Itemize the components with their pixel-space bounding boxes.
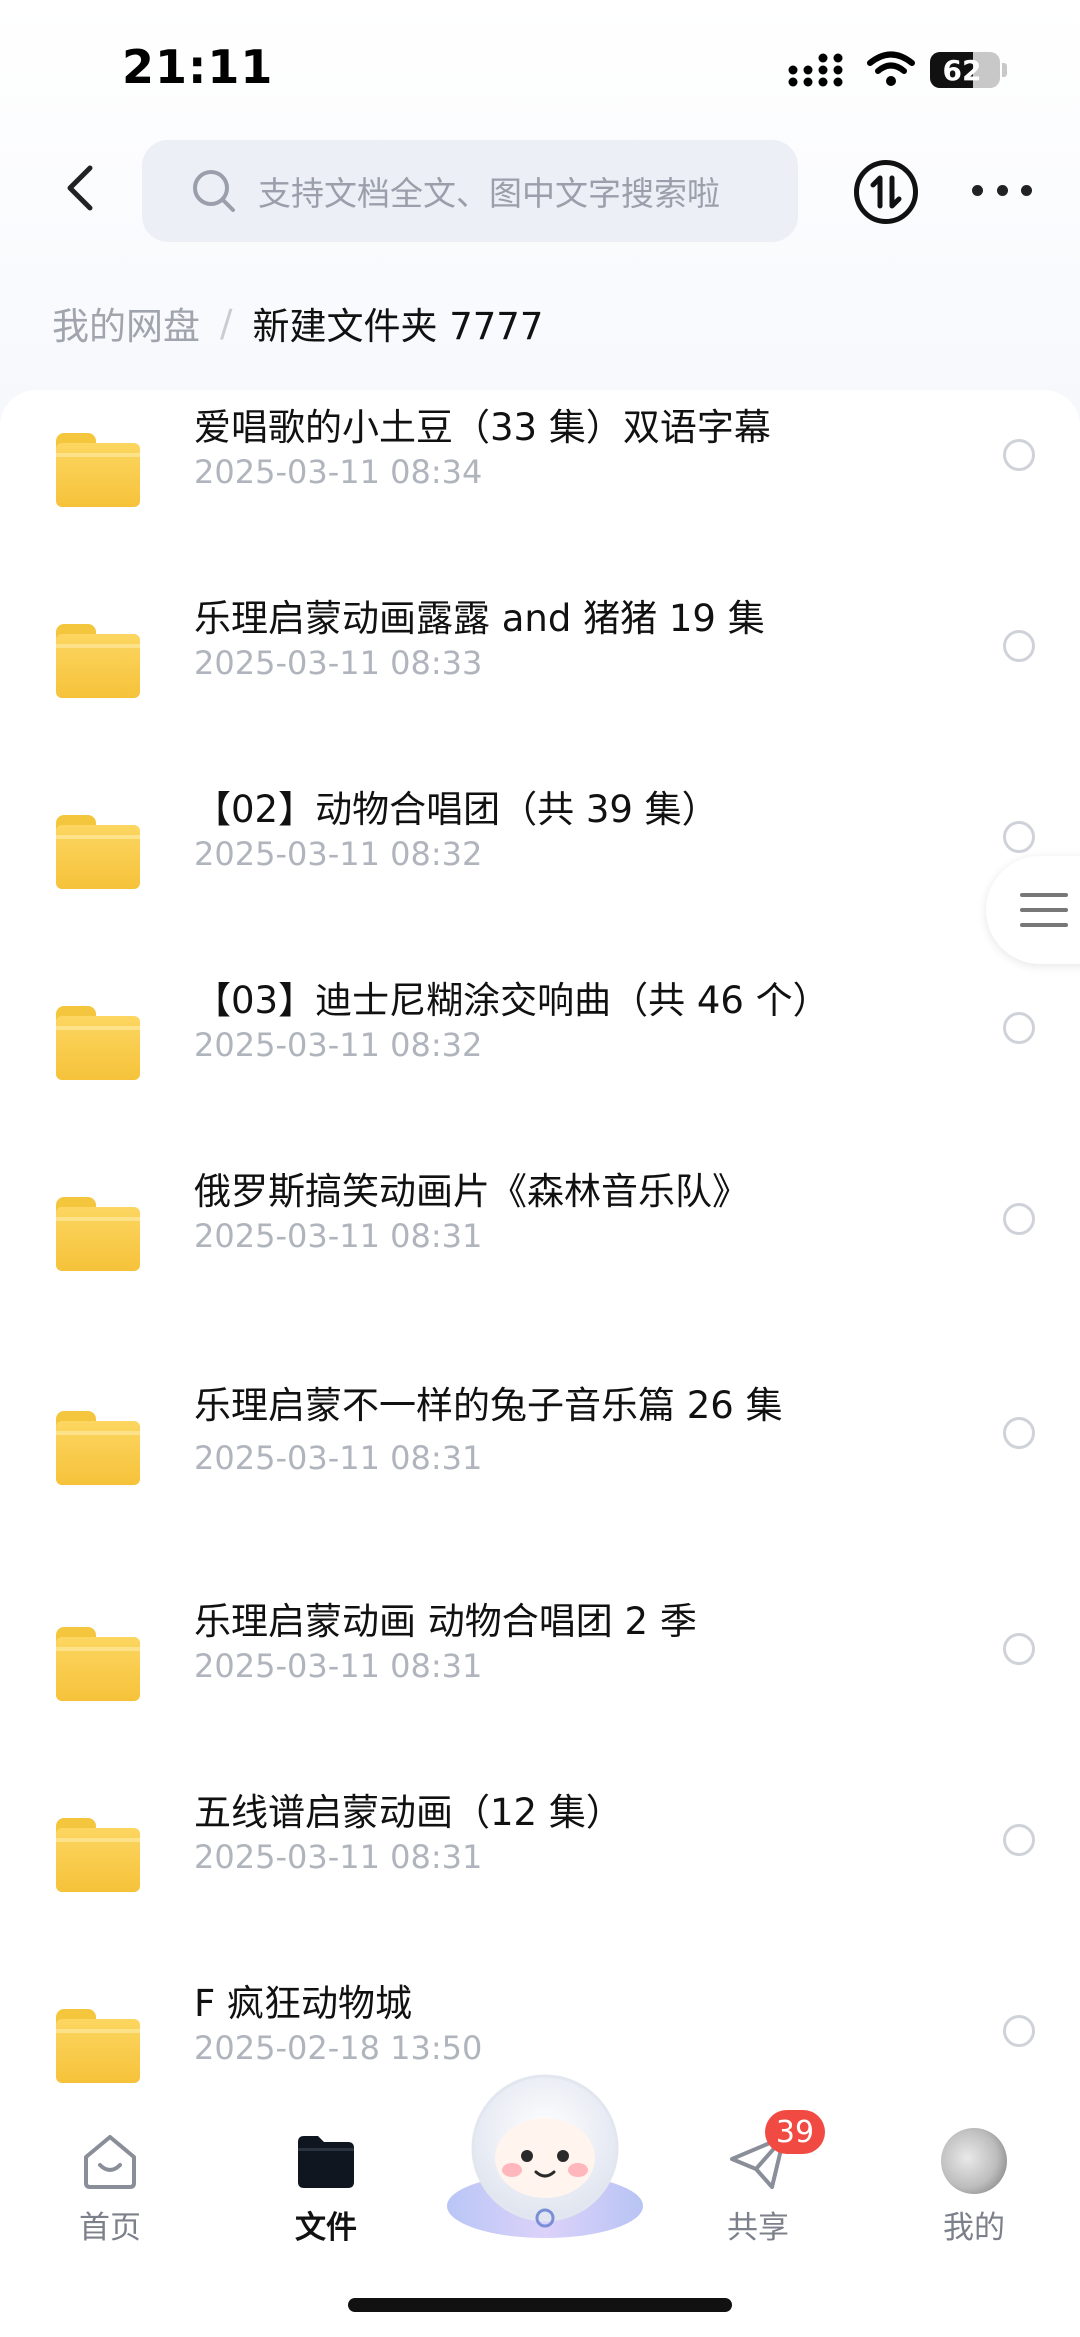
more-dot-icon [996,184,1008,196]
select-checkbox[interactable] [1003,1633,1035,1665]
home-indicator [348,2298,732,2312]
assistant-mascot-button[interactable] [440,2066,650,2246]
select-checkbox[interactable] [1003,1203,1035,1235]
nav-mine[interactable]: 我的 [904,2126,1044,2247]
more-dot-icon [1021,184,1032,196]
file-name: F 疯狂动物城 [194,1982,413,2025]
avatar-image [941,2128,1007,2194]
nav-share-label: 共享 [727,2210,789,2246]
list-item[interactable]: 【02】动物合唱团（共 39 集） 2025-03-11 08:32 [0,767,1080,947]
select-checkbox[interactable] [1003,2015,1035,2047]
share-badge: 39 [765,2110,825,2154]
folder-icon [56,1818,140,1892]
nav-mine-label: 我的 [943,2210,1005,2246]
file-name: 【02】动物合唱团（共 39 集） [194,788,719,831]
breadcrumb: 我的网盘 / 新建文件夹 7777 [52,296,543,350]
nav-files-label: 文件 [295,2210,357,2246]
menu-line-icon [1020,923,1068,927]
list-item[interactable]: 五线谱启蒙动画（12 集） 2025-03-11 08:31 [0,1770,1080,1950]
nav-home-label: 首页 [79,2210,141,2246]
nav-share[interactable]: 39 共享 [688,2110,828,2247]
select-checkbox[interactable] [1003,1824,1035,1856]
search-icon [190,167,238,215]
select-checkbox[interactable] [1003,821,1035,853]
file-name: 爱唱歌的小土豆（33 集）双语字幕 [194,406,771,449]
file-name: 乐理启蒙动画 动物合唱团 2 季 [194,1600,697,1643]
file-date: 2025-03-11 08:31 [194,1647,483,1685]
file-date: 2025-03-11 08:33 [194,644,483,682]
more-dot-icon [972,184,983,196]
breadcrumb-separator: / [220,301,233,345]
folder-icon [56,433,140,507]
battery-percent: 62 [942,53,982,87]
file-date: 2025-02-18 13:50 [194,2029,483,2067]
select-checkbox[interactable] [1003,439,1035,471]
folder-icon [56,1411,140,1485]
wifi-icon [867,51,915,86]
file-name: 五线谱启蒙动画（12 集） [194,1791,623,1834]
list-item[interactable]: 乐理启蒙动画露露 and 猪猪 19 集 2025-03-11 08:33 [0,576,1080,756]
list-item[interactable]: 乐理启蒙动画 动物合唱团 2 季 2025-03-11 08:31 [0,1579,1080,1759]
file-date: 2025-03-11 08:31 [194,1217,483,1255]
file-date: 2025-03-11 08:31 [194,1439,483,1477]
folder-icon [56,1006,140,1080]
breadcrumb-root[interactable]: 我的网盘 [52,296,200,350]
back-button[interactable] [54,160,104,216]
menu-line-icon [1020,908,1068,912]
select-checkbox[interactable] [1003,1012,1035,1044]
list-item[interactable]: 【03】迪士尼糊涂交响曲（共 46 个） 2025-03-11 08:32 [0,958,1080,1138]
list-item[interactable]: 乐理启蒙不一样的兔子音乐篇 26 集 2025-03-11 08:31 [0,1363,1080,1543]
list-item[interactable]: 俄罗斯搞笑动画片《森林音乐队》 2025-03-11 08:31 [0,1149,1080,1329]
select-checkbox[interactable] [1003,630,1035,662]
folder-icon [56,1627,140,1701]
file-date: 2025-03-11 08:34 [194,453,483,491]
nav-files[interactable]: 文件 [256,2126,396,2247]
file-date: 2025-03-11 08:31 [194,1838,483,1876]
home-icon [75,2126,145,2196]
more-options-button[interactable] [972,170,1032,210]
send-icon: 39 [723,2110,825,2196]
breadcrumb-current: 新建文件夹 7777 [252,305,544,348]
chevron-left-icon [67,165,93,211]
cellular-signal-icon [788,53,843,87]
status-time: 21:11 [122,40,274,94]
search-placeholder: 支持文档全文、图中文字搜索啦 [258,174,720,213]
battery-indicator: 62 [930,52,1000,88]
nav-home[interactable]: 首页 [40,2126,180,2247]
select-checkbox[interactable] [1003,1417,1035,1449]
file-name: 乐理启蒙不一样的兔子音乐篇 26 集 [194,1384,783,1427]
folder-icon [56,624,140,698]
file-date: 2025-03-11 08:32 [194,1026,483,1064]
list-item[interactable]: 爱唱歌的小土豆（33 集）双语字幕 2025-03-11 08:34 [0,390,1080,565]
folder-filled-icon [291,2126,361,2196]
folder-icon [56,815,140,889]
file-name: 乐理启蒙动画露露 and 猪猪 19 集 [194,597,765,640]
battery-tip [1002,63,1007,77]
file-list: 爱唱歌的小土豆（33 集）双语字幕 2025-03-11 08:34 乐理启蒙动… [0,390,1080,2090]
folder-icon [56,2009,140,2083]
file-date: 2025-03-11 08:32 [194,835,483,873]
file-name: 俄罗斯搞笑动画片《森林音乐队》 [194,1170,749,1213]
avatar [939,2126,1009,2196]
file-name: 【03】迪士尼糊涂交响曲（共 46 个） [194,979,830,1022]
folder-icon [56,1197,140,1271]
transfer-arrows-icon [870,175,902,209]
menu-line-icon [1020,893,1068,897]
search-input[interactable]: 支持文档全文、图中文字搜索啦 [142,140,798,242]
transfer-button[interactable] [854,160,918,224]
